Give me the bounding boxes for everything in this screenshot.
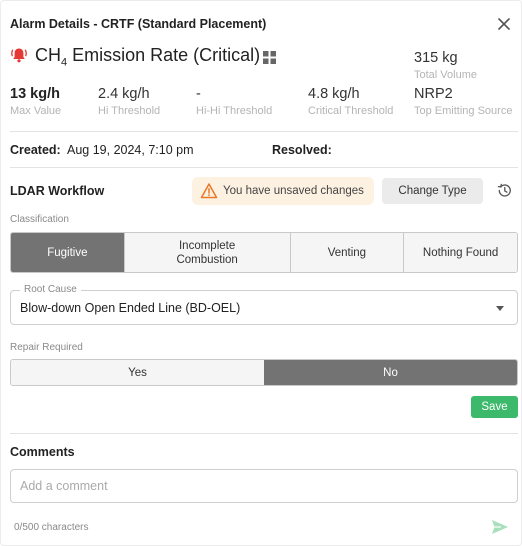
unsaved-changes-text: You have unsaved changes: [223, 185, 364, 197]
comments-title: Comments: [10, 445, 75, 459]
critical-threshold-value: 4.8 kg/h: [308, 86, 360, 102]
top-emitting-source-metric: NRP2 Top Emitting Source: [414, 86, 512, 117]
divider: [10, 167, 518, 168]
bell-icon: [11, 48, 27, 63]
total-volume-metric: 315 kg Total Volume: [414, 50, 477, 81]
comment-input[interactable]: [10, 469, 518, 503]
panel-title: Alarm Details - CRTF (Standard Placement…: [10, 17, 267, 31]
hi-threshold-label: Hi Threshold: [98, 105, 161, 117]
classification-selector: Fugitive Incomplete Combustion Venting N…: [10, 232, 518, 273]
root-cause-select[interactable]: Root Cause Blow-down Open Ended Line (BD…: [10, 284, 518, 325]
total-volume-value: 315 kg: [414, 50, 458, 66]
critical-threshold-label: Critical Threshold: [308, 105, 394, 117]
classification-label: Classification: [10, 214, 69, 225]
alarm-name-prefix: CH: [35, 45, 61, 65]
total-volume-label: Total Volume: [414, 69, 477, 81]
max-value-metric: 13 kg/h Max Value: [10, 86, 61, 117]
hi-hi-threshold-value: -: [196, 86, 201, 102]
critical-threshold-metric: 4.8 kg/h Critical Threshold: [308, 86, 393, 117]
history-icon[interactable]: [496, 182, 513, 199]
send-icon[interactable]: [491, 519, 509, 535]
hi-hi-threshold-metric: - Hi-Hi Threshold: [196, 86, 272, 117]
alarm-details-panel: Alarm Details - CRTF (Standard Placement…: [0, 0, 522, 546]
classification-option-incomplete-combustion[interactable]: Incomplete Combustion: [123, 233, 290, 272]
alarm-name: CH4 Emission Rate (Critical): [35, 45, 260, 69]
classification-option-fugitive[interactable]: Fugitive: [11, 233, 124, 272]
created-label: Created:: [10, 143, 61, 157]
char-count: 0/500 characters: [14, 522, 89, 533]
root-cause-value: Blow-down Open Ended Line (BD-OEL): [20, 301, 241, 315]
alarm-name-suffix: Emission Rate (Critical): [67, 45, 261, 65]
top-emitting-source-value: NRP2: [414, 86, 453, 102]
grid-icon[interactable]: [263, 51, 276, 64]
warning-icon: [200, 183, 218, 199]
chevron-down-icon: [496, 306, 504, 311]
hi-threshold-metric: 2.4 kg/h Hi Threshold: [98, 86, 160, 117]
hi-threshold-value: 2.4 kg/h: [98, 86, 150, 102]
classification-option-venting[interactable]: Venting: [289, 233, 404, 272]
repair-option-no[interactable]: No: [264, 360, 517, 385]
repair-option-yes[interactable]: Yes: [11, 360, 264, 385]
change-type-button[interactable]: Change Type: [382, 178, 483, 204]
max-value-label: Max Value: [10, 105, 62, 117]
root-cause-label: Root Cause: [20, 284, 81, 295]
divider: [10, 131, 518, 132]
classification-option-nothing-found[interactable]: Nothing Found: [403, 233, 517, 272]
top-emitting-source-label: Top Emitting Source: [414, 105, 513, 117]
ldar-workflow-title: LDAR Workflow: [10, 184, 105, 198]
resolved-label: Resolved:: [272, 143, 332, 157]
save-button[interactable]: Save: [471, 396, 518, 418]
close-icon[interactable]: [495, 15, 513, 33]
hi-hi-threshold-label: Hi-Hi Threshold: [196, 105, 273, 117]
repair-required-toggle: Yes No: [10, 359, 518, 386]
divider: [10, 433, 518, 434]
created-value: Aug 19, 2024, 7:10 pm: [67, 143, 194, 157]
unsaved-changes-banner: You have unsaved changes: [192, 177, 374, 205]
max-value-value: 13 kg/h: [10, 86, 60, 102]
repair-required-label: Repair Required: [10, 342, 83, 353]
